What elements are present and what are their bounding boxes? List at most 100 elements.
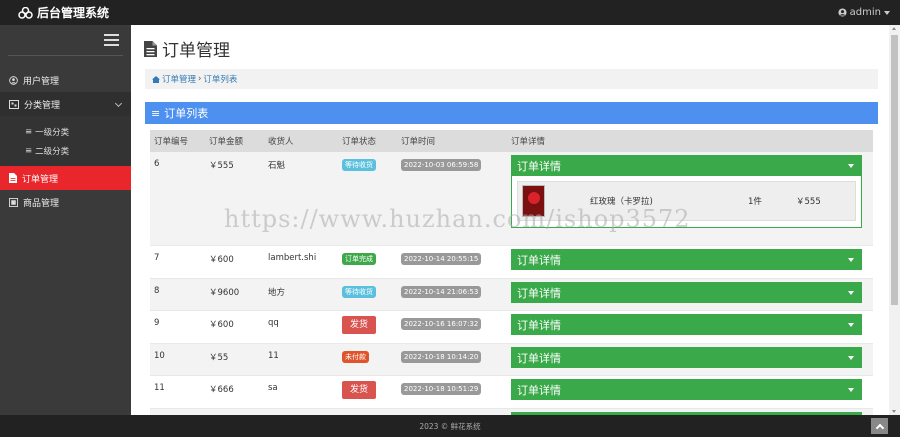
top-bar: 后台管理系统 admin <box>0 0 900 25</box>
file-icon <box>9 173 17 183</box>
user-menu[interactable]: admin <box>838 7 890 18</box>
order-detail-toggle[interactable]: 订单详情 <box>511 282 862 303</box>
scroll-down-icon <box>892 410 896 413</box>
caret-down-icon <box>848 290 854 295</box>
order-id: 10 <box>154 351 165 361</box>
sidebar-item-label: 分类管理 <box>24 100 61 111</box>
user-icon <box>838 8 847 17</box>
column-header: 订单时间 <box>401 137 436 147</box>
order-id: 7 <box>154 253 160 263</box>
sidebar-toggle[interactable] <box>8 25 123 56</box>
column-header: 订单详情 <box>511 137 546 147</box>
order-receiver: 石魁 <box>268 161 286 171</box>
file-text-icon <box>144 40 157 57</box>
order-detail-toggle[interactable]: 订单详情 <box>511 347 862 368</box>
sitemap-icon <box>9 99 19 109</box>
user-circle-icon <box>9 75 18 85</box>
order-detail-toggle[interactable]: 订单详情 <box>511 249 862 270</box>
status-badge: 等待收货 <box>342 286 376 298</box>
column-header: 订单状态 <box>342 137 377 147</box>
table-row: 10 ￥55 11 未付款 2022-10-18 10:14:20 订单详情 <box>150 344 873 376</box>
order-detail-label: 订单详情 <box>517 383 561 397</box>
scrollbar[interactable] <box>889 25 900 415</box>
order-time: 2022-10-14 20:55:15 <box>401 253 482 265</box>
sidebar-item-orders[interactable]: 订单管理 <box>0 166 131 190</box>
page-title-text: 订单管理 <box>162 41 230 61</box>
caret-down-icon <box>848 257 854 262</box>
sidebar-item-label: 商品管理 <box>23 198 60 209</box>
column-header: 订单编号 <box>154 137 189 147</box>
order-receiver: sa <box>268 383 278 393</box>
order-receiver: lambert.shi <box>268 253 317 263</box>
hamburger-icon <box>104 34 119 46</box>
caret-down-icon <box>848 163 854 168</box>
column-header: 收货人 <box>268 137 294 147</box>
table-row: 8 ￥9600 地方 等待收货 2022-10-14 21:06:53 订单详情 <box>150 279 873 311</box>
list-icon: ≡ <box>151 106 161 120</box>
order-id: 8 <box>154 286 160 296</box>
order-time: 2022-10-18 10:14:20 <box>401 351 482 363</box>
order-detail-toggle[interactable]: 订单详情 <box>511 155 862 176</box>
breadcrumb: 订单管理 › 订单列表 <box>145 69 878 89</box>
sidebar-subitem-label: 二级分类 <box>35 146 70 157</box>
caret-down-icon <box>848 355 854 360</box>
sidebar-item-products[interactable]: 商品管理 <box>0 190 131 214</box>
order-amount: ￥600 <box>209 320 234 330</box>
sidebar-item-users[interactable]: 用户管理 <box>0 68 131 92</box>
breadcrumb-item[interactable]: 订单管理 <box>162 73 196 85</box>
sidebar-item-categories[interactable]: 分类管理 <box>0 92 131 116</box>
panel-heading: ≡ 订单列表 <box>145 102 878 124</box>
footer: 2023 © 鲜花系统 <box>0 415 900 437</box>
scroll-up-icon <box>892 27 896 30</box>
main-content: 订单管理 订单管理 › 订单列表 ≡ 订单列表 订单编号 订单金额 收货人 订单… <box>131 25 889 415</box>
footer-text: 2023 © 鲜花系统 <box>419 421 481 431</box>
ship-button[interactable]: 发货 <box>342 316 377 334</box>
breadcrumb-item[interactable]: 订单列表 <box>203 73 237 85</box>
table-row: 11 ￥666 sa 发货 2022-10-18 10:51:29 订单详情 <box>150 376 873 409</box>
back-to-top-button[interactable] <box>871 418 888 434</box>
page-title: 订单管理 <box>144 36 230 61</box>
list-icon: ≡ <box>25 126 33 137</box>
watermark: https://www.huzhan.com/ishop3572 <box>224 205 691 233</box>
brand[interactable]: 后台管理系统 <box>18 4 109 21</box>
order-amount: ￥600 <box>209 255 234 265</box>
status-badge: 未付款 <box>342 351 369 363</box>
product-price: ￥555 <box>796 197 821 207</box>
order-id: 6 <box>154 159 160 169</box>
logo-icon <box>18 6 33 19</box>
order-amount: ￥55 <box>209 353 229 363</box>
order-time: 2022-10-16 16:07:32 <box>401 318 482 330</box>
sidebar-item-label: 用户管理 <box>23 76 60 87</box>
product-icon <box>9 197 18 207</box>
orders-table: 订单编号 订单金额 收货人 订单状态 订单时间 订单详情 6 ￥555 石魁 等… <box>150 130 873 415</box>
chevron-up-icon <box>875 423 884 432</box>
home-icon <box>152 75 160 83</box>
ship-button[interactable]: 发货 <box>342 381 377 399</box>
list-icon: ≡ <box>25 145 33 156</box>
sidebar: 用户管理 分类管理 ≡ 一级分类 ≡ 二级分类 订单管理 商品管理 <box>0 25 131 415</box>
order-receiver: 11 <box>268 351 279 361</box>
order-receiver: qq <box>268 318 279 328</box>
user-name: admin <box>849 7 881 18</box>
order-detail-label: 订单详情 <box>517 351 561 365</box>
sidebar-item-label: 订单管理 <box>22 174 59 185</box>
table-row: 9 ￥600 qq 发货 2022-10-16 16:07:32 订单详情 <box>150 311 873 344</box>
order-detail-toggle[interactable]: 订单详情 <box>511 379 862 400</box>
sidebar-subitem-level1[interactable]: ≡ 一级分类 <box>0 122 131 141</box>
product-quantity: 1件 <box>748 197 762 207</box>
order-detail-label: 订单详情 <box>517 318 561 332</box>
status-badge: 订单完成 <box>342 253 376 265</box>
order-detail-toggle[interactable]: 订单详情 <box>511 314 862 335</box>
order-detail-label: 订单详情 <box>517 253 561 267</box>
order-amount: ￥9600 <box>209 288 240 298</box>
panel-title: 订单列表 <box>164 107 209 120</box>
breadcrumb-separator: › <box>198 74 202 84</box>
caret-down-icon <box>848 322 854 327</box>
column-header: 订单金额 <box>209 137 244 147</box>
order-time: 2022-10-03 06:59:58 <box>401 159 482 171</box>
order-amount: ￥555 <box>209 161 234 171</box>
scroll-thumb[interactable] <box>891 35 898 305</box>
sidebar-subitem-level2[interactable]: ≡ 二级分类 <box>0 141 131 160</box>
order-id: 9 <box>154 318 160 328</box>
caret-down-icon <box>884 10 890 15</box>
